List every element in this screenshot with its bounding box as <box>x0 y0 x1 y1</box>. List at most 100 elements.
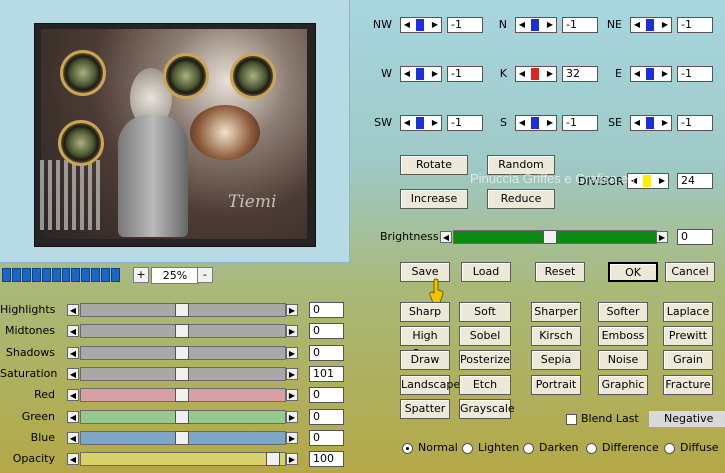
kernel-value[interactable]: 32 <box>562 66 598 82</box>
slider-value[interactable]: 0 <box>309 323 344 340</box>
slider-value[interactable]: 101 <box>309 365 344 382</box>
slider-right-arrow[interactable]: ▶ <box>286 304 298 316</box>
preset-button[interactable]: Grain <box>663 350 713 371</box>
slider-track[interactable] <box>80 452 286 467</box>
slider-thumb[interactable] <box>175 388 189 403</box>
kernel-stepper[interactable]: ◀ ▶ <box>630 17 672 33</box>
slider-thumb[interactable] <box>175 345 189 360</box>
preset-button[interactable]: High Pass <box>400 326 450 360</box>
slider-left-arrow[interactable]: ◀ <box>67 410 79 423</box>
preset-button[interactable]: Graphic <box>598 374 648 395</box>
slider-left-arrow[interactable]: ◀ <box>67 431 79 444</box>
kernel-label: NE <box>606 18 622 31</box>
rotate-button[interactable]: Rotate <box>400 155 468 175</box>
slider-value[interactable]: 0 <box>309 387 344 404</box>
kernel-label: K <box>499 67 507 80</box>
slider-thumb[interactable] <box>175 409 189 424</box>
preset-button[interactable]: Softer <box>598 302 648 322</box>
kernel-stepper[interactable]: ◀ ▶ <box>630 66 672 82</box>
preset-button[interactable]: Landscape <box>400 374 460 395</box>
preset-button[interactable]: Kirsch <box>531 326 581 347</box>
slider-left-arrow[interactable]: ◀ <box>67 367 79 380</box>
preset-button[interactable]: Posterize <box>459 350 511 371</box>
slider-right-arrow[interactable]: ▶ <box>286 410 298 423</box>
slider-right-arrow[interactable]: ▶ <box>286 431 298 444</box>
zoom-in-button[interactable]: + <box>133 267 149 283</box>
preset-button[interactable]: Sepia <box>531 350 581 371</box>
slider-left-arrow[interactable]: ◀ <box>67 304 79 316</box>
preset-button[interactable]: Sharper <box>531 302 581 322</box>
kernel-stepper[interactable]: ◀ ▶ <box>400 66 442 82</box>
kernel-stepper[interactable]: ◀ ▶ <box>515 66 557 82</box>
preset-button[interactable]: Spatter <box>400 398 450 419</box>
slider-right-arrow[interactable]: ▶ <box>286 453 298 466</box>
zoom-out-button[interactable]: - <box>197 267 213 283</box>
kernel-value[interactable]: -1 <box>677 66 713 82</box>
kernel-value[interactable]: -1 <box>447 66 483 82</box>
preset-button[interactable]: Grayscale <box>459 398 515 419</box>
kernel-stepper[interactable]: ◀ ▶ <box>515 115 557 131</box>
slider-right-arrow[interactable]: ▶ <box>286 389 298 402</box>
divisor-value[interactable]: 24 <box>677 173 713 189</box>
ok-button[interactable]: OK <box>608 262 658 282</box>
slider-value[interactable]: 0 <box>309 302 344 318</box>
slider-value[interactable]: 0 <box>309 408 344 425</box>
brightness-right-arrow[interactable]: ▶ <box>656 231 668 243</box>
blend-mode-radio[interactable] <box>586 443 597 454</box>
slider-thumb[interactable] <box>266 452 280 467</box>
preset-button[interactable]: Draw <box>400 350 450 371</box>
blend-mode-radio[interactable] <box>402 443 413 454</box>
slider-right-arrow[interactable]: ▶ <box>286 346 298 359</box>
load-button[interactable]: Load <box>461 262 511 282</box>
slider-label: Blue <box>30 430 55 444</box>
kernel-stepper[interactable]: ◀ ▶ <box>400 115 442 131</box>
slider-thumb[interactable] <box>175 430 189 445</box>
kernel-stepper[interactable]: ◀ ▶ <box>630 115 672 131</box>
slider-right-arrow[interactable]: ▶ <box>286 367 298 380</box>
slider-left-arrow[interactable]: ◀ <box>67 325 79 338</box>
brightness-left-arrow[interactable]: ◀ <box>440 231 452 243</box>
blend-last-label: Blend Last <box>581 412 639 425</box>
slider-right-arrow[interactable]: ▶ <box>286 325 298 338</box>
increase-button[interactable]: Increase <box>400 189 468 209</box>
blend-mode-radio[interactable] <box>523 443 534 454</box>
preset-button[interactable]: Emboss <box>598 326 648 347</box>
blend-mode-radio[interactable] <box>664 443 675 454</box>
slider-left-arrow[interactable]: ◀ <box>67 453 79 466</box>
slider-value[interactable]: 0 <box>309 429 344 446</box>
kernel-value[interactable]: -1 <box>447 115 483 131</box>
preset-button[interactable]: Portrait <box>531 374 581 395</box>
slider-thumb[interactable] <box>175 324 189 339</box>
kernel-stepper[interactable]: ◀ ▶ <box>400 17 442 33</box>
preset-button[interactable]: Fracture <box>663 374 713 395</box>
blend-mode-radio[interactable] <box>462 443 473 454</box>
slider-left-arrow[interactable]: ◀ <box>67 389 79 402</box>
brightness-thumb[interactable] <box>543 230 557 244</box>
preset-button[interactable]: Etch <box>459 374 511 395</box>
slider-value[interactable]: 100 <box>309 451 344 468</box>
preset-button[interactable]: Sobel <box>459 326 511 347</box>
slider-value[interactable]: 0 <box>309 344 344 361</box>
brightness-value[interactable]: 0 <box>677 229 713 245</box>
kernel-value[interactable]: -1 <box>677 17 713 33</box>
preset-button[interactable]: Soft <box>459 302 511 322</box>
slider-thumb[interactable] <box>175 366 189 381</box>
reduce-button[interactable]: Reduce <box>487 189 555 209</box>
reset-button[interactable]: Reset <box>535 262 585 282</box>
kernel-stepper[interactable]: ◀ ▶ <box>515 17 557 33</box>
kernel-value[interactable]: -1 <box>562 17 598 33</box>
slider-label: Saturation <box>0 366 58 380</box>
negative-label: Negative <box>649 411 725 427</box>
slider-thumb[interactable] <box>175 303 189 317</box>
kernel-value[interactable]: -1 <box>447 17 483 33</box>
kernel-value[interactable]: -1 <box>562 115 598 131</box>
preset-button[interactable]: Prewitt <box>663 326 713 347</box>
slider-label: Highlights <box>0 303 56 316</box>
slider-left-arrow[interactable]: ◀ <box>67 346 79 359</box>
blend-last-checkbox[interactable] <box>566 414 577 425</box>
preset-button[interactable]: Sharp <box>400 302 450 322</box>
preset-button[interactable]: Laplace <box>663 302 713 322</box>
cancel-button[interactable]: Cancel <box>665 262 715 282</box>
preset-button[interactable]: Noise <box>598 350 648 371</box>
kernel-value[interactable]: -1 <box>677 115 713 131</box>
